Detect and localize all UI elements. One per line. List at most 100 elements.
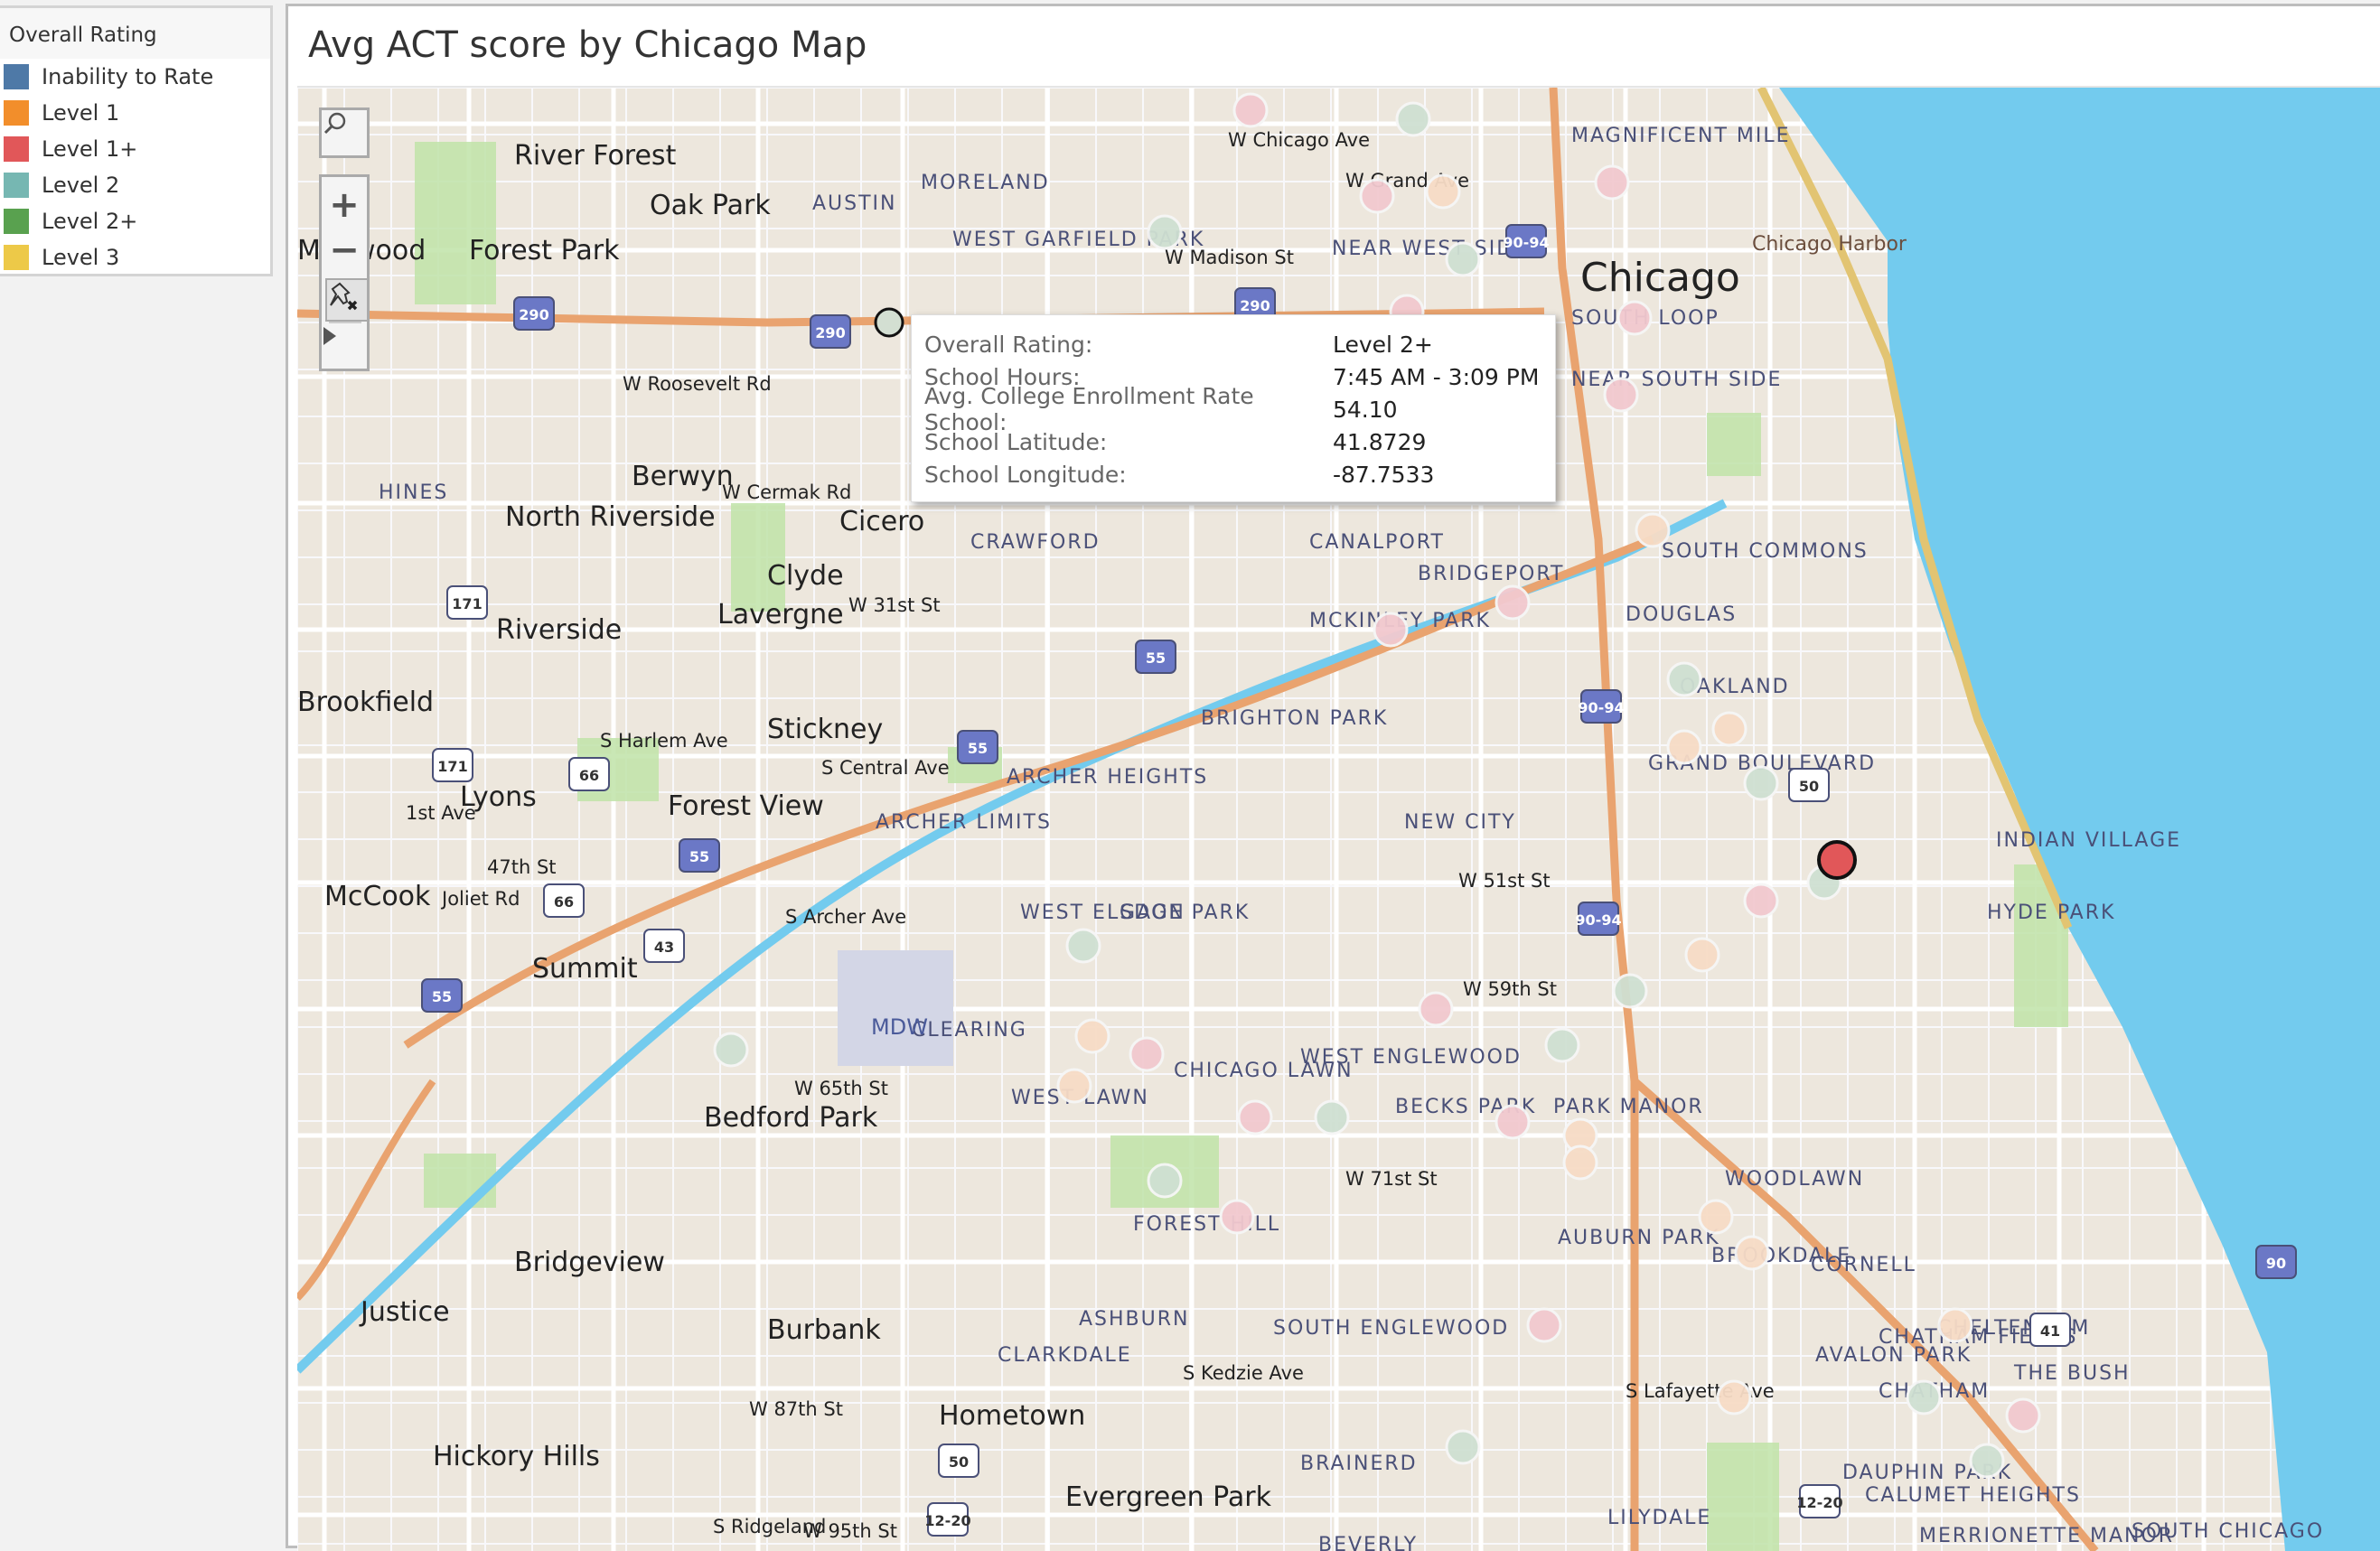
city-label: Forest Park xyxy=(469,235,620,266)
school-marker xyxy=(1666,661,1702,697)
control-divider xyxy=(329,322,361,323)
tooltip-key: School Longitude: xyxy=(924,461,1127,488)
neighborhood-label: AUBURN PARK xyxy=(1558,1227,1720,1249)
highway-shield-label: 50 xyxy=(1799,778,1819,795)
zoom-out-button[interactable]: − xyxy=(322,228,367,273)
map-search-button[interactable] xyxy=(319,107,370,158)
legend-title: Overall Rating xyxy=(0,8,270,59)
map-sheet: Avg ACT score by Chicago Map Oak Park For… xyxy=(286,4,2380,1551)
legend-label: Inability to Rate xyxy=(42,64,214,89)
highway-shield-label: 90-94 xyxy=(1503,234,1549,251)
neighborhood-label: HYDE PARK xyxy=(1987,902,2115,924)
pin-clear-icon[interactable] xyxy=(325,278,369,322)
school-marker xyxy=(1237,1099,1273,1135)
city-label: Chicago xyxy=(1580,255,1740,301)
highway-shield-label: 41 xyxy=(2040,1322,2060,1340)
street-label: W Chicago Ave xyxy=(1228,129,1370,151)
legend-item[interactable]: Inability to Rate xyxy=(0,59,270,95)
school-marker xyxy=(1395,101,1431,137)
legend-item[interactable]: Level 1 xyxy=(0,95,270,131)
legend-swatch xyxy=(4,100,29,126)
neighborhood-label: BRAINERD xyxy=(1300,1453,1418,1475)
city-label: Berwyn xyxy=(632,461,734,492)
highway-shield-label: 55 xyxy=(1146,649,1166,667)
school-marker xyxy=(1594,164,1630,201)
legend-item[interactable]: Level 1+ xyxy=(0,131,270,167)
legend-item[interactable]: Level 2 xyxy=(0,167,270,203)
city-label: Oak Park xyxy=(650,190,771,221)
city-label: Clyde xyxy=(767,560,844,592)
school-marker xyxy=(1734,1235,1770,1271)
highway-shield-label: 55 xyxy=(689,848,709,865)
map-zoom-controls: + − xyxy=(319,174,370,371)
city-label: River Forest xyxy=(514,140,677,172)
school-marker xyxy=(713,1032,749,1068)
expand-toolbar-button[interactable] xyxy=(322,325,367,367)
highway-shield-label: 55 xyxy=(432,988,452,1005)
school-marker xyxy=(1616,300,1653,336)
school-marker xyxy=(1666,729,1702,765)
school-marker xyxy=(1937,1307,1973,1343)
legend-item[interactable]: Level 3 xyxy=(0,239,270,276)
school-marker xyxy=(1603,377,1639,413)
neighborhood-label: THE BUSH xyxy=(2013,1362,2131,1385)
school-marker xyxy=(1065,928,1101,964)
city-label: Evergreen Park xyxy=(1065,1481,1272,1513)
city-label: McCook xyxy=(324,881,431,912)
neighborhood-label: WEST ENGLEWOOD xyxy=(1300,1046,1522,1069)
tooltip-value: 54.10 xyxy=(1333,396,1398,423)
street-label: W 59th St xyxy=(1463,978,1557,1000)
street-label: W 31st St xyxy=(848,594,941,616)
street-label: 47th St xyxy=(487,856,557,878)
city-label: Burbank xyxy=(767,1314,881,1346)
highway-shield-label: 90-94 xyxy=(1578,699,1624,716)
street-label: W Cermak Rd xyxy=(722,481,851,503)
park xyxy=(415,142,496,304)
tooltip-value: -87.7533 xyxy=(1333,461,1435,488)
neighborhood-label: NEW CITY xyxy=(1404,811,1516,834)
neighborhood-label: HINES xyxy=(379,481,448,504)
tooltip-row: Overall Rating: Level 2+ xyxy=(924,328,1555,360)
street-label: S Harlem Ave xyxy=(600,730,728,752)
legend-item[interactable]: Level 2+ xyxy=(0,203,270,239)
selected-school-marker xyxy=(1817,840,1857,880)
zoom-in-button[interactable]: + xyxy=(322,182,367,228)
school-marker xyxy=(1056,1068,1092,1104)
school-marker xyxy=(1612,973,1648,1009)
school-marker xyxy=(1425,173,1461,210)
neighborhood-label: ASHBURN xyxy=(1079,1308,1190,1331)
highway-shield-label: 290 xyxy=(815,324,845,341)
street-label: S Central Ave xyxy=(821,757,950,779)
street-label: S Kedzie Ave xyxy=(1183,1362,1304,1384)
search-icon[interactable] xyxy=(322,110,367,155)
school-marker xyxy=(1969,1443,2005,1479)
school-marker xyxy=(1314,1099,1350,1135)
city-label: Bridgeview xyxy=(514,1247,665,1278)
legend-panel: Overall Rating Inability to Rate Level 1 L… xyxy=(0,5,273,276)
highway-shield-label: 12-20 xyxy=(924,1512,970,1529)
city-label: Lavergne xyxy=(717,599,844,631)
street-label: W 65th St xyxy=(794,1078,888,1099)
city-label: North Riverside xyxy=(505,501,716,533)
school-marker xyxy=(1359,178,1395,214)
map-canvas[interactable]: Oak Park Forest Park Berwyn Cicero Chicago Su… xyxy=(297,88,2380,1551)
school-marker xyxy=(2005,1397,2041,1434)
neighborhood-label: AVALON PARK xyxy=(1815,1344,1972,1367)
neighborhood-label: CRAWFORD xyxy=(970,531,1101,554)
neighborhood-label: NEAR WEST SIDE xyxy=(1332,238,1528,260)
legend-label: Level 2+ xyxy=(42,209,138,234)
neighborhood-label: GAGE PARK xyxy=(1120,902,1250,924)
park xyxy=(424,1154,496,1208)
legend-label: Level 1 xyxy=(42,100,120,126)
tooltip-row: School Longitude: -87.7533 xyxy=(924,458,1555,491)
city-label: Justice xyxy=(359,1296,450,1328)
legend-label: Level 1+ xyxy=(42,136,138,162)
midway-label: MDW xyxy=(871,1014,928,1040)
park xyxy=(1707,1443,1779,1551)
map-view[interactable]: Oak Park Forest Park Berwyn Cicero Chicago Su… xyxy=(297,86,2380,1551)
school-marker xyxy=(1147,214,1183,250)
highway-shield-label: 12-20 xyxy=(1796,1494,1842,1511)
highway-shield-label: 66 xyxy=(554,893,574,911)
school-marker xyxy=(1147,1163,1183,1199)
street-label: Joliet Rd xyxy=(440,888,520,910)
